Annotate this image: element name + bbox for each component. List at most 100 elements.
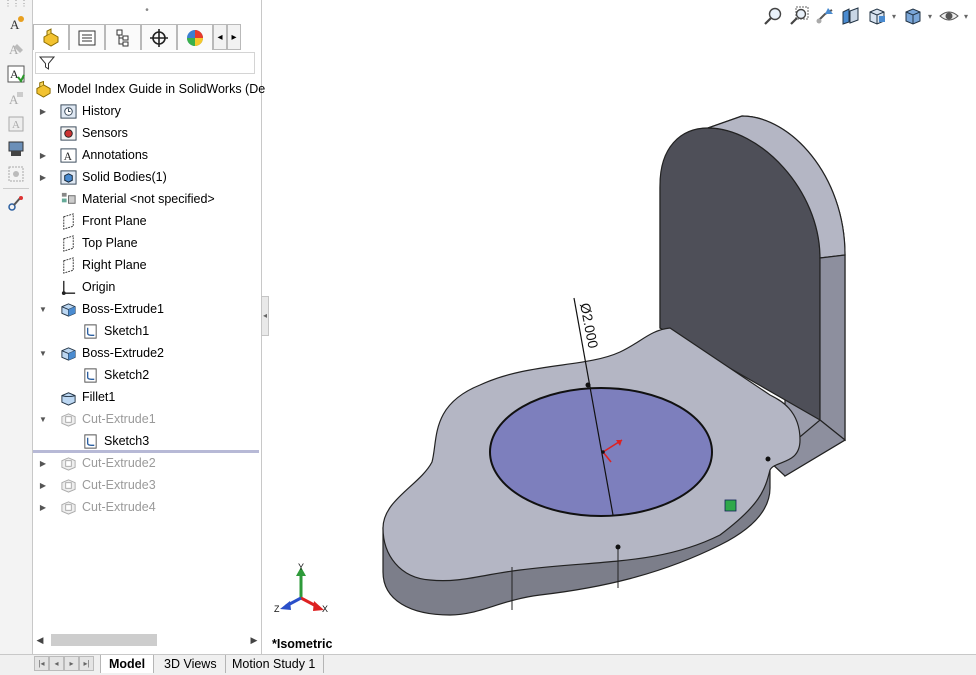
expand-icon[interactable]: ▶ — [37, 149, 49, 161]
collapse-icon[interactable]: ▼ — [37, 347, 49, 359]
scroll-thumb[interactable] — [51, 634, 157, 646]
dimension-arrow-point — [585, 382, 591, 388]
expand-icon[interactable]: ▶ — [37, 171, 49, 183]
tree-item-front-plane[interactable]: Front Plane — [33, 210, 261, 232]
expand-icon[interactable]: ▶ — [37, 479, 49, 491]
upright-side-face[interactable] — [819, 254, 846, 442]
vertex-point — [765, 456, 771, 462]
tab-motion-study[interactable]: Motion Study 1 — [224, 655, 325, 673]
svg-text:A: A — [12, 119, 20, 131]
history-icon — [59, 102, 77, 120]
next-tab-icon[interactable]: ▸ — [64, 656, 79, 671]
collapse-icon[interactable]: ▼ — [37, 413, 49, 425]
expand-icon[interactable]: ▶ — [37, 105, 49, 117]
cut-extrude-icon — [59, 498, 77, 516]
tree-item-cut-extrude1[interactable]: ▼ Cut-Extrude1 — [33, 408, 261, 430]
last-tab-icon[interactable]: ▸| — [79, 656, 94, 671]
toolbar-grip[interactable]: ⋮⋮⋮ — [0, 0, 32, 10]
svg-text:A: A — [63, 151, 72, 163]
weld-symbol-icon[interactable] — [5, 163, 27, 185]
plane-icon — [59, 234, 77, 252]
triad-y-label: Y — [298, 562, 304, 572]
part-icon — [35, 80, 52, 98]
sketch-icon — [81, 322, 99, 340]
horizontal-scrollbar[interactable]: ◀ ▶ — [33, 632, 261, 648]
sketch-icon — [81, 366, 99, 384]
property-manager-icon — [78, 30, 96, 45]
triad-z-label: Z — [274, 604, 280, 614]
tree-item-sketch2[interactable]: Sketch2 — [33, 364, 261, 386]
tab-3d-views[interactable]: 3D Views — [156, 655, 226, 673]
tree-item-origin[interactable]: Origin — [33, 276, 261, 298]
feature-manager-panel: • ◂ ▸ Model Index Guide in SolidWorks (D… — [33, 0, 265, 654]
tree-item-boss-extrude2[interactable]: ▼ Boss-Extrude2 — [33, 342, 261, 364]
tree-item-fillet1[interactable]: Fillet1 — [33, 386, 261, 408]
spell-check-icon[interactable]: A — [5, 63, 27, 85]
tree-item-label: Origin — [82, 280, 116, 294]
rollback-bar[interactable] — [33, 450, 259, 453]
solid-bodies-icon — [59, 168, 77, 186]
diameter-dimension[interactable]: Ø2.000 — [577, 302, 602, 350]
scroll-track[interactable] — [47, 634, 247, 646]
smart-dimension-icon[interactable]: A — [5, 13, 27, 35]
first-tab-icon[interactable]: |◂ — [34, 656, 49, 671]
balloon-icon[interactable]: A — [5, 113, 27, 135]
tree-item-history[interactable]: ▶ History — [33, 100, 261, 122]
tree-item-right-plane[interactable]: Right Plane — [33, 254, 261, 276]
circular-face[interactable] — [489, 387, 713, 517]
cut-extrude-icon — [59, 476, 77, 494]
svg-text:A: A — [10, 67, 19, 81]
collapse-icon[interactable]: ▼ — [37, 303, 49, 315]
tab-model[interactable]: Model — [100, 655, 155, 673]
tree-item-annotations[interactable]: ▶ A Annotations — [33, 144, 261, 166]
scroll-right-icon[interactable]: ▶ — [247, 635, 261, 646]
expand-icon[interactable]: ▶ — [37, 457, 49, 469]
tree-item-sensors[interactable]: Sensors — [33, 122, 261, 144]
tab-property-manager[interactable] — [69, 24, 105, 50]
prev-tab-icon[interactable]: ◂ — [49, 656, 64, 671]
feature-filter[interactable] — [35, 52, 255, 74]
material-icon — [59, 190, 77, 208]
sketch-icon — [81, 432, 99, 450]
tree-item-label: Fillet1 — [82, 390, 116, 404]
tree-item-cut-extrude3[interactable]: ▶ Cut-Extrude3 — [33, 474, 261, 496]
tree-item-label: Cut-Extrude3 — [82, 478, 156, 492]
tree-item-label: Sketch2 — [104, 368, 150, 382]
tab-feature-manager[interactable] — [33, 24, 69, 50]
tree-item-label: Material <not specified> — [82, 192, 215, 206]
tab-dimxpert-manager[interactable] — [141, 24, 177, 50]
graphics-area[interactable]: ▾ ▾ ▾ Ø2.000 Y X Z — [262, 0, 976, 654]
tree-item-top-plane[interactable]: Top Plane — [33, 232, 261, 254]
panel-grip[interactable]: • — [33, 0, 261, 22]
tree-item-cut-extrude2[interactable]: ▶ Cut-Extrude2 — [33, 452, 261, 474]
surface-finish-icon[interactable] — [5, 138, 27, 160]
tree-item-boss-extrude1[interactable]: ▼ Boss-Extrude1 — [33, 298, 261, 320]
feature-manager-icon — [43, 27, 59, 47]
sensor-marker-icon[interactable] — [724, 499, 737, 512]
tabs-scroll-left-icon[interactable]: ◂ — [213, 24, 227, 50]
origin-icon — [59, 278, 77, 296]
tree-root[interactable]: Model Index Guide in SolidWorks (De — [33, 78, 265, 100]
tree-item-cut-extrude4[interactable]: ▶ Cut-Extrude4 — [33, 496, 261, 518]
tree-item-label: Cut-Extrude1 — [82, 412, 156, 426]
expand-icon[interactable]: ▶ — [37, 501, 49, 513]
tree-item-label: Front Plane — [82, 214, 147, 228]
format-painter-icon[interactable]: A — [5, 88, 27, 110]
tree-item-label: Sketch1 — [104, 324, 150, 338]
vertex-point — [615, 544, 621, 550]
triad-z-arrow — [280, 601, 291, 610]
model-items-icon[interactable] — [5, 192, 27, 214]
tab-display-manager[interactable] — [177, 24, 213, 50]
tree-item-solid-bodies-1[interactable]: ▶ Solid Bodies(1) — [33, 166, 261, 188]
tree-item-sketch1[interactable]: Sketch1 — [33, 320, 261, 342]
note-icon[interactable]: A — [5, 38, 27, 60]
scroll-left-icon[interactable]: ◀ — [33, 635, 47, 646]
tree-item-sketch3[interactable]: Sketch3 — [33, 430, 261, 452]
tabs-scroll-right-icon[interactable]: ▸ — [227, 24, 241, 50]
tree-item-material-not-specified[interactable]: Material <not specified> — [33, 188, 261, 210]
tab-configuration-manager[interactable] — [105, 24, 141, 50]
model-view[interactable]: Ø2.000 Y X Z — [262, 0, 976, 654]
